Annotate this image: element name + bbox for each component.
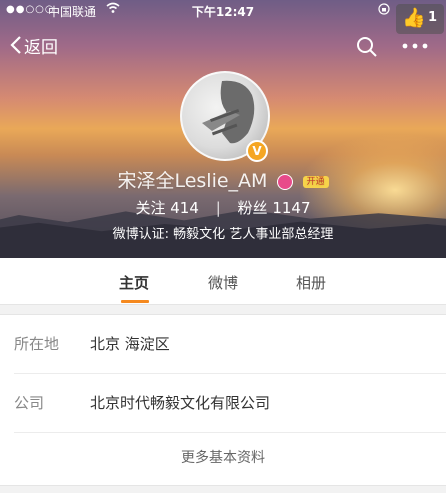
following-label: 关注 [135,199,166,217]
tab-album[interactable]: 相册 [296,272,326,293]
membership-icon[interactable] [277,173,294,190]
location-row: 所在地 北京 海淀区 [0,315,446,373]
company-row: 公司 北京时代畅毅文化有限公司 [0,374,446,432]
search-button[interactable] [356,36,378,58]
rotation-lock-icon [378,3,390,18]
like-count: 1 [428,10,438,25]
status-bar: ●●○○○ 中国联通 下午12:47 [0,0,446,22]
profile-tabs: 主页 微博 相册 [0,258,446,305]
followers-stat[interactable]: 粉丝 1147 [238,199,311,217]
location-label: 所在地 [14,335,60,353]
more-info-link[interactable]: 更多基本资料 [0,447,446,467]
company-label: 公司 [14,394,45,412]
followers-count: 1147 [272,199,311,217]
follow-stats: 关注 414 | 粉丝 1147 [0,197,446,218]
back-button[interactable]: 返回 [10,33,58,58]
tab-home[interactable]: 主页 [119,272,149,293]
profile-name: 宋泽全Leslie_AM [117,170,268,192]
more-dots-icon [402,43,428,49]
verified-v-icon: V [246,140,268,162]
followers-label: 粉丝 [237,199,268,217]
more-button[interactable] [402,40,428,52]
active-tab-indicator [121,300,149,303]
search-icon [357,37,377,57]
stats-separator: | [215,199,221,217]
following-stat[interactable]: 关注 414 [135,199,203,217]
thumbs-up-icon: 👍 [402,7,426,29]
basic-info-card: 所在地 北京 海淀区 公司 北京时代畅毅文化有限公司 更多基本资料 [0,314,446,486]
like-button[interactable]: 👍 1 [396,4,444,34]
location-value: 北京 海淀区 [90,335,170,353]
vip-badge[interactable]: 开通 [302,175,329,188]
back-label: 返回 [24,38,58,58]
chevron-left-icon [10,35,22,57]
verification-text: 微博认证: 畅毅文化 艺人事业部总经理 [112,227,334,242]
tab-weibo[interactable]: 微博 [208,272,238,293]
profile-name-row: 宋泽全Leslie_AM 开通 [0,166,446,193]
following-count: 414 [170,199,199,217]
company-value: 北京时代畅毅文化有限公司 [90,394,271,412]
profile-header: ●●○○○ 中国联通 下午12:47 👍 1 返回 V 宋泽全Leslie_AM… [0,0,446,258]
row-divider [14,432,446,433]
